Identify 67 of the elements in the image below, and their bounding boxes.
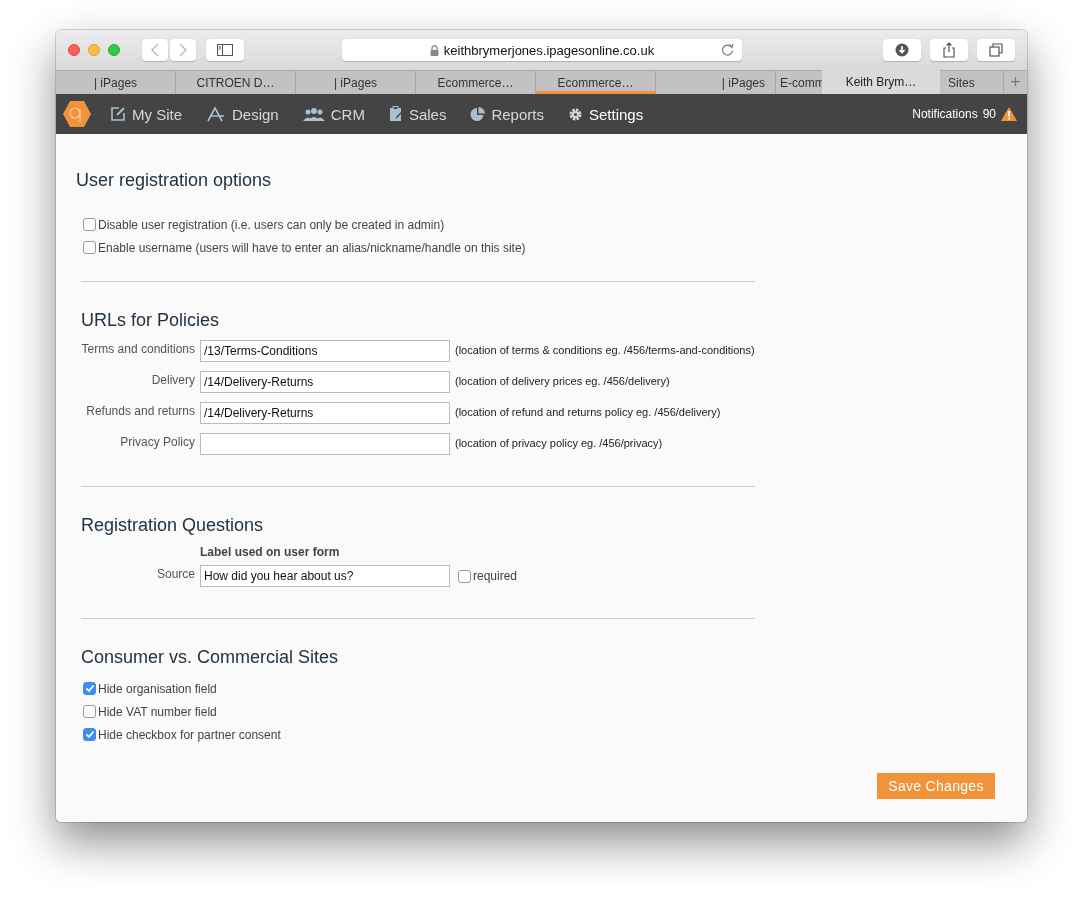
compass-icon	[206, 106, 226, 122]
field-label: Terms and conditions	[81, 341, 195, 356]
pie-chart-icon	[470, 106, 486, 122]
checkbox-label: Hide checkbox for partner consent	[98, 727, 281, 742]
logo-icon[interactable]	[62, 100, 92, 128]
share-icon	[942, 42, 956, 58]
edit-icon	[110, 106, 126, 122]
field-label: Delivery	[150, 372, 195, 387]
zoom-button[interactable]	[108, 44, 120, 56]
address-bar[interactable]: keithbrymerjones.ipagesonline.co.uk	[342, 39, 742, 61]
section-heading: User registration options	[76, 170, 273, 191]
checkbox[interactable]	[83, 705, 96, 718]
notifications-link[interactable]: Notifications	[912, 107, 978, 121]
input-field[interactable]: /13/Terms-Conditions	[200, 340, 450, 362]
input-field[interactable]: /14/Delivery-Returns	[200, 402, 450, 424]
checkbox-label: Disable user registration (i.e. users can only be created in admin)	[98, 217, 445, 232]
nav-item[interactable]: My Site	[110, 94, 182, 134]
input-field[interactable]: /14/Delivery-Returns	[200, 371, 450, 393]
field-label: Privacy Policy	[119, 434, 195, 449]
field-label: Refunds and returns	[85, 403, 195, 418]
checkbox-label: required	[473, 568, 518, 583]
section-heading: URLs for Policies	[81, 310, 221, 331]
chevron-left-icon	[150, 43, 160, 57]
browser-tab[interactable]: Ecommerce…	[536, 71, 656, 94]
chevron-right-icon	[178, 43, 188, 57]
nav-item[interactable]: Sales	[388, 94, 447, 134]
input-field[interactable]	[200, 433, 450, 455]
section-heading: Registration Questions	[81, 515, 265, 536]
forward-button[interactable]	[170, 39, 196, 61]
checkbox[interactable]	[83, 682, 96, 695]
close-button[interactable]	[68, 44, 80, 56]
checkbox-label: Enable username (users will have to enter an alias/nickname/handle on this site)	[98, 240, 526, 255]
nav-item[interactable]: Design	[206, 94, 279, 134]
nav-item[interactable]: Reports	[470, 94, 544, 134]
sidebar-icon	[217, 44, 233, 56]
warning-icon	[1001, 107, 1017, 121]
checkbox[interactable]	[83, 728, 96, 741]
field-hint: (location of delivery prices eg. /456/delivery)	[455, 374, 670, 387]
field-hint: (location of terms & conditions eg. /456/terms-and-conditions)	[455, 343, 755, 356]
share-button[interactable]	[930, 39, 968, 61]
reload-icon[interactable]	[721, 43, 734, 56]
tabs-icon	[989, 43, 1003, 57]
section-heading: Consumer vs. Commercial Sites	[81, 647, 340, 668]
field-hint: (location of refund and returns policy eg. /456/delivery)	[455, 405, 721, 418]
field-hint: (location of privacy policy eg. /456/privacy)	[455, 436, 663, 449]
field-label: Source	[155, 566, 195, 581]
notification-count: 90	[982, 107, 996, 121]
lock-icon	[429, 44, 439, 56]
input-field[interactable]: How did you hear about us?	[200, 565, 450, 587]
browser-tab[interactable]: Keith Brym…	[822, 70, 940, 94]
download-button[interactable]	[883, 39, 921, 61]
nav-item[interactable]: Settings	[567, 94, 644, 134]
sidebar-button[interactable]	[206, 39, 244, 61]
back-button[interactable]	[142, 39, 168, 61]
tabs-overview-button[interactable]	[977, 39, 1015, 61]
checkbox[interactable]	[83, 218, 96, 231]
people-icon	[302, 106, 325, 122]
download-icon	[895, 43, 909, 57]
nav-item[interactable]: CRM	[302, 94, 365, 134]
clipboard-icon	[388, 106, 403, 122]
checkbox[interactable]	[458, 570, 471, 583]
checkbox-label: Hide organisation field	[98, 681, 217, 696]
minimize-button[interactable]	[88, 44, 100, 56]
checkbox-label: Hide VAT number field	[98, 704, 217, 719]
checkbox[interactable]	[83, 241, 96, 254]
column-heading: Label used on user form	[200, 545, 340, 561]
settings-icon	[567, 106, 583, 122]
